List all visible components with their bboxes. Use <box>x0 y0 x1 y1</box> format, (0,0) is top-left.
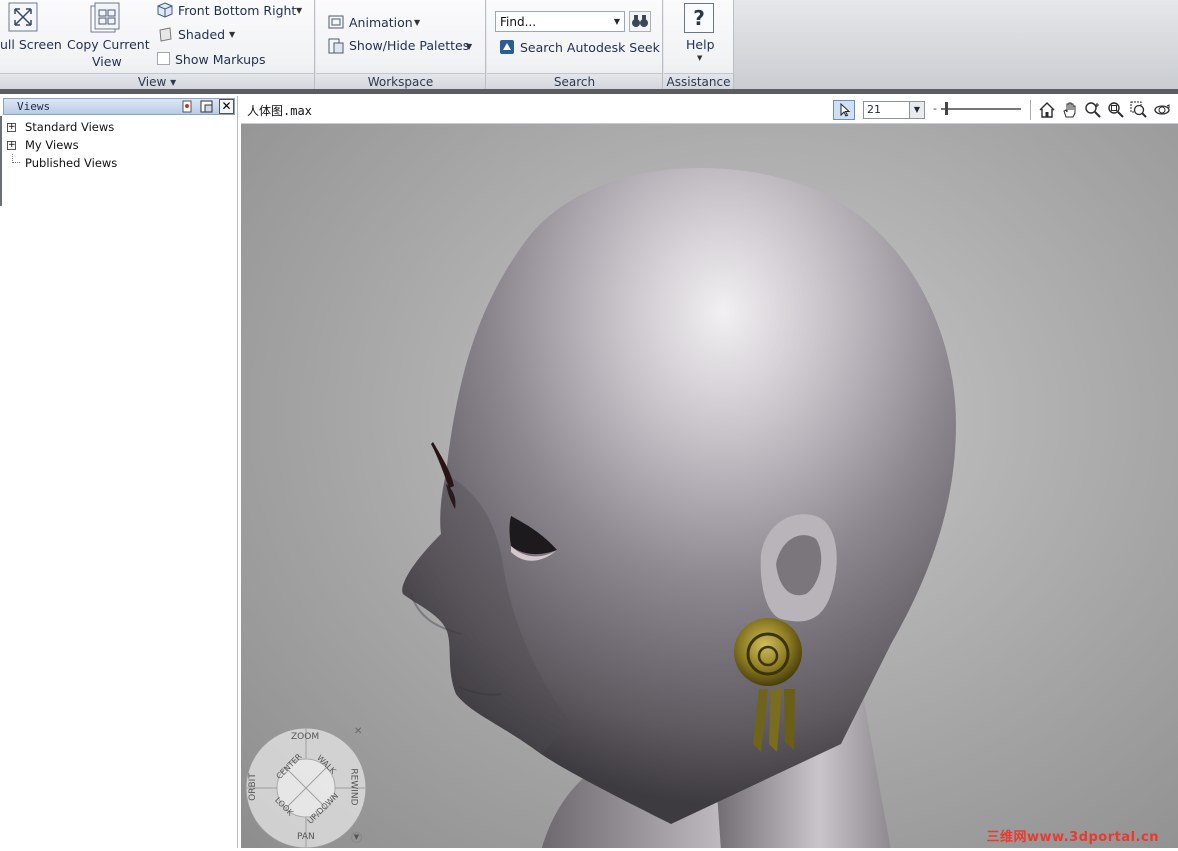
zoom-combobox[interactable]: 21 ▼ <box>863 101 925 119</box>
zoom-minus-icon[interactable]: - <box>933 102 937 115</box>
search-group-label: Search <box>487 73 662 90</box>
3d-viewport[interactable]: ZOOM PAN ORBIT REWIND CENTER WALK LOOK U… <box>241 124 1178 851</box>
shaded-icon <box>157 26 173 42</box>
animation-dropdown[interactable]: Animation <box>349 15 413 30</box>
viewer-toolbar: 人体图.max 21 ▼ - <box>241 96 1178 124</box>
ribbon-divider <box>0 89 1178 94</box>
tree-item-standard-views[interactable]: Standard Views <box>25 120 114 134</box>
wheel-pan[interactable]: PAN <box>297 832 315 842</box>
watermark: 三维网www.3dportal.cn <box>986 830 1159 845</box>
select-arrow-icon[interactable] <box>833 100 855 120</box>
steering-wheel[interactable]: ZOOM PAN ORBIT REWIND CENTER WALK LOOK U… <box>243 722 369 849</box>
views-panel: Views ✕ + Standard Views + My Views Publ… <box>0 96 238 851</box>
viewpoint-dropdown[interactable]: Front Bottom Right <box>178 3 296 18</box>
head-model <box>402 168 956 851</box>
standard-views-expander[interactable]: + <box>7 123 16 132</box>
zoom-slider-thumb[interactable] <box>945 102 948 115</box>
tree-item-my-views[interactable]: My Views <box>25 138 79 152</box>
toolbar-separator <box>1030 100 1031 120</box>
pan-hand-icon[interactable] <box>1061 101 1079 119</box>
find-input[interactable]: Find... <box>500 15 536 29</box>
help-icon[interactable]: ? <box>684 3 714 33</box>
ribbon-empty-area <box>734 0 1178 91</box>
render-mode-dropdown[interactable]: Shaded <box>178 27 225 42</box>
cube-icon <box>157 2 173 18</box>
copy-current-view-button[interactable]: Copy Current <box>67 37 150 52</box>
palettes-chevron-down-icon[interactable]: ▼ <box>466 42 472 51</box>
search-autodesk-seek-button[interactable]: Search Autodesk Seek <box>520 40 660 55</box>
workspace-group: Animation ▼ Show/Hide Palettes ▼ Workspa… <box>316 0 486 91</box>
copy-view-icon[interactable] <box>89 2 121 34</box>
tree-connector-line <box>12 154 20 163</box>
help-chevron-down-icon[interactable]: ▼ <box>697 54 702 62</box>
search-group: Find... ▼ Search Autodesk Seek Search <box>487 0 663 91</box>
wheel-orbit[interactable]: ORBIT <box>248 773 258 801</box>
views-panel-header: Views ✕ <box>3 98 235 115</box>
render-mode-chevron-down-icon[interactable]: ▼ <box>229 30 235 39</box>
show-markups-label: Show Markups <box>175 52 266 67</box>
assistance-group: ? Help ▼ Assistance <box>664 0 734 91</box>
zoom-extents-icon[interactable] <box>1130 101 1148 119</box>
my-views-expander[interactable]: + <box>7 141 16 150</box>
viewpoint-chevron-down-icon[interactable]: ▼ <box>296 6 302 15</box>
full-screen-button[interactable]: ull Screen <box>0 37 62 52</box>
find-chevron-down-icon[interactable]: ▼ <box>614 17 620 26</box>
palettes-icon <box>328 38 344 54</box>
views-panel-title: Views <box>17 100 51 113</box>
wheel-close-icon[interactable]: ✕ <box>354 726 362 737</box>
view-group-label[interactable]: View ▾ <box>0 73 314 90</box>
zoom-window-icon[interactable] <box>1107 101 1125 119</box>
tree-item-published-views[interactable]: Published Views <box>25 156 117 170</box>
zoom-icon[interactable] <box>1084 101 1102 119</box>
full-screen-icon[interactable] <box>8 2 38 32</box>
tree-options-icon[interactable] <box>181 100 193 113</box>
assistance-group-label: Assistance <box>664 73 733 90</box>
view-group: ull Screen Copy Current View Front Botto… <box>0 0 315 91</box>
workspace-group-label: Workspace <box>316 73 485 90</box>
orbit-icon[interactable] <box>1153 101 1171 119</box>
document-title: 人体图.max <box>247 104 312 118</box>
animation-icon <box>328 14 344 30</box>
close-icon[interactable]: ✕ <box>219 99 234 114</box>
wheel-menu-chevron-down-icon[interactable]: ▼ <box>351 832 362 843</box>
binoculars-icon[interactable] <box>629 11 651 32</box>
zoom-chevron-down-icon[interactable]: ▼ <box>909 102 924 118</box>
show-hide-palettes-dropdown[interactable]: Show/Hide Palettes <box>349 38 469 53</box>
wheel-rewind[interactable]: REWIND <box>349 768 359 805</box>
animation-chevron-down-icon[interactable]: ▼ <box>414 18 420 27</box>
copy-current-view-button-line2[interactable]: View <box>92 54 122 69</box>
views-panel-left-edge <box>0 116 2 206</box>
zoom-slider[interactable] <box>941 102 1021 115</box>
zoom-value[interactable]: 21 <box>867 103 881 116</box>
home-icon[interactable] <box>1038 101 1056 119</box>
show-markups-checkbox[interactable] <box>157 52 170 65</box>
find-combobox[interactable]: Find... ▼ <box>495 11 625 32</box>
dock-icon[interactable] <box>200 100 213 113</box>
wheel-zoom[interactable]: ZOOM <box>291 732 319 742</box>
help-button[interactable]: Help <box>686 37 715 52</box>
autodesk-seek-icon <box>499 39 515 55</box>
